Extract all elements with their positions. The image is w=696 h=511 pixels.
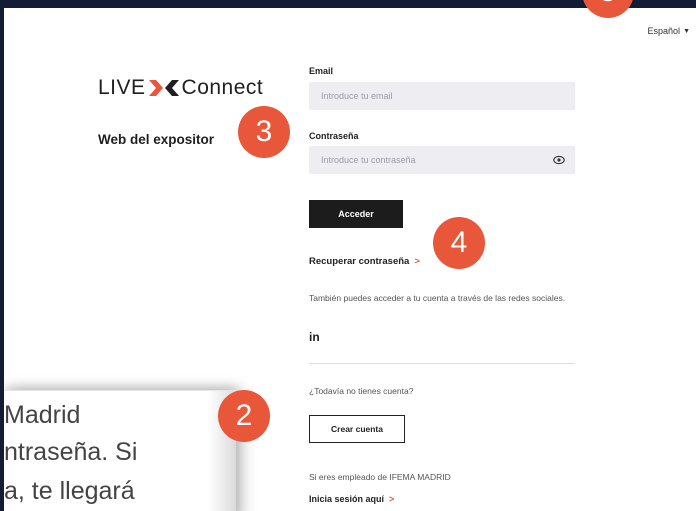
zoomed-text-callout: Madrid ntraseña. Si a, te llegará <box>4 390 236 511</box>
zoom-line: Madrid <box>4 401 81 429</box>
step-badge-3: 3 <box>238 106 290 158</box>
logo-text-connect: Connect <box>181 76 264 99</box>
step-badge-4: 4 <box>433 217 485 269</box>
social-login-text: También puedes acceder a tu cuenta a tra… <box>309 293 566 303</box>
recover-password-link[interactable]: Recuperar contraseña > <box>309 256 420 267</box>
logo-chevrons-icon <box>148 80 179 96</box>
login-button[interactable]: Acceder <box>309 200 403 228</box>
password-label: Contraseña <box>309 131 359 141</box>
zoom-line: ntraseña. Si <box>4 438 138 466</box>
employee-signin-link[interactable]: Inicia sesión aquí > <box>309 494 394 504</box>
employee-signin-label: Inicia sesión aquí <box>309 494 385 504</box>
step-badge-2: 2 <box>218 390 270 442</box>
zoom-line: a, te llegará <box>4 477 135 505</box>
language-selector[interactable]: Español ▼ <box>648 26 690 36</box>
liveconnect-logo: LIVE Connect <box>98 74 263 102</box>
linkedin-icon[interactable]: in <box>309 330 320 344</box>
email-field[interactable]: Introduce tu email <box>309 82 575 110</box>
employee-text: Si eres empleado de IFEMA MADRID <box>309 472 451 482</box>
chevron-down-icon: ▼ <box>683 27 690 35</box>
password-field[interactable]: Introduce tu contraseña <box>309 146 575 174</box>
email-label: Email <box>309 66 334 76</box>
arrow-right-icon: > <box>389 494 395 504</box>
language-label: Español <box>647 26 681 36</box>
arrow-right-icon: > <box>414 256 420 267</box>
login-page: Español ▼ LIVE Connect Web del expositor… <box>4 8 696 511</box>
divider <box>309 363 575 364</box>
eye-icon[interactable] <box>553 155 565 165</box>
logo-text-live: LIVE <box>98 76 146 99</box>
recover-password-label: Recuperar contraseña <box>309 256 410 267</box>
password-placeholder: Introduce tu contraseña <box>321 155 416 165</box>
create-account-button[interactable]: Crear cuenta <box>309 415 405 443</box>
no-account-text: ¿Todavía no tienes cuenta? <box>309 386 414 396</box>
page-subtitle: Web del expositor <box>98 132 215 147</box>
email-placeholder: Introduce tu email <box>321 91 393 101</box>
